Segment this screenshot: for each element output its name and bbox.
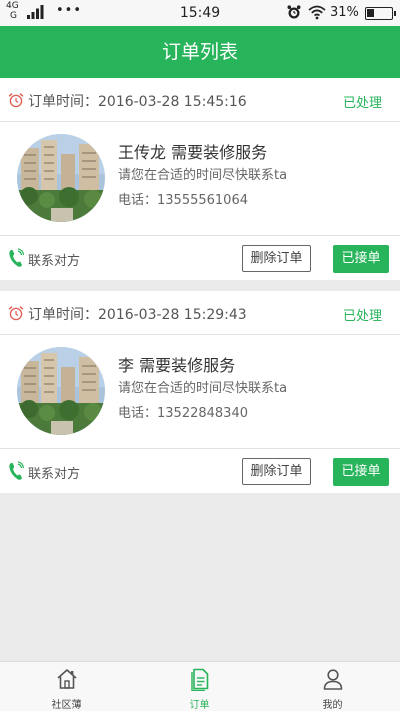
order-description: 请您在合适的时间尽快联系ta (118, 381, 288, 396)
alarm-icon (287, 5, 301, 19)
order-title: 李 需要装修服务 (118, 356, 236, 375)
delete-order-button[interactable]: 删除订单 (242, 458, 311, 485)
order-title: 王传龙 需要装修服务 (118, 143, 268, 162)
alarm-clock-icon (8, 306, 24, 321)
tab-orders[interactable]: 订单 (133, 662, 266, 711)
order-detail[interactable]: 李 需要装修服务 请您在合适的时间尽快联系ta 电话：13522848340 (0, 335, 400, 449)
order-description: 请您在合适的时间尽快联系ta (118, 168, 288, 183)
home-icon (57, 669, 77, 689)
order-list-icon (191, 668, 209, 691)
order-card-header: 订单时间：2016-03-28 15:29:43 已处理 (0, 291, 400, 335)
phone-icon (9, 461, 24, 480)
avatar-building-image (17, 347, 105, 435)
order-actions: 联系对方 删除订单 已接单 (0, 449, 400, 493)
user-icon (323, 669, 343, 690)
order-phone: 电话：13522848340 (118, 406, 248, 421)
contact-button[interactable]: 联系对方 (28, 250, 80, 269)
bottom-tab-bar: 社区薄 订单 我的 (0, 661, 400, 711)
tab-label: 社区薄 (51, 700, 82, 711)
order-actions: 联系对方 删除订单 已接单 (0, 236, 400, 280)
order-card: 订单时间：2016-03-28 15:45:16 已处理 王传龙 需要装修服务 … (0, 78, 400, 280)
alarm-clock-icon (8, 93, 24, 108)
order-detail[interactable]: 王传龙 需要装修服务 请您在合适的时间尽快联系ta 电话：13555561064 (0, 122, 400, 236)
order-time: 订单时间：2016-03-28 15:29:43 (28, 307, 247, 323)
tab-community[interactable]: 社区薄 (0, 662, 133, 711)
order-phone: 电话：13555561064 (118, 193, 248, 208)
order-time: 订单时间：2016-03-28 15:45:16 (28, 94, 247, 110)
battery-level-fill (367, 9, 374, 17)
accepted-button[interactable]: 已接单 (333, 245, 389, 273)
accepted-button[interactable]: 已接单 (333, 458, 389, 486)
avatar-building-image (17, 134, 105, 222)
status-bar: 4G G ••• 15:49 31% (0, 0, 400, 26)
avatar (17, 134, 105, 222)
contact-button[interactable]: 联系对方 (28, 463, 80, 482)
battery-icon (365, 7, 396, 20)
tab-label: 我的 (322, 700, 343, 711)
phone-icon (9, 248, 24, 267)
order-card: 订单时间：2016-03-28 15:29:43 已处理 李 需要装修服务 请您… (0, 291, 400, 493)
order-card-header: 订单时间：2016-03-28 15:45:16 已处理 (0, 78, 400, 122)
tab-label: 订单 (189, 700, 210, 711)
page-title: 订单列表 (0, 26, 400, 78)
delete-order-button[interactable]: 删除订单 (242, 245, 311, 272)
wifi-icon (308, 5, 326, 20)
order-status: 已处理 (342, 96, 382, 111)
battery-percent: 31% (330, 5, 359, 20)
avatar (17, 347, 105, 435)
order-status: 已处理 (342, 309, 382, 324)
tab-profile[interactable]: 我的 (266, 662, 399, 711)
